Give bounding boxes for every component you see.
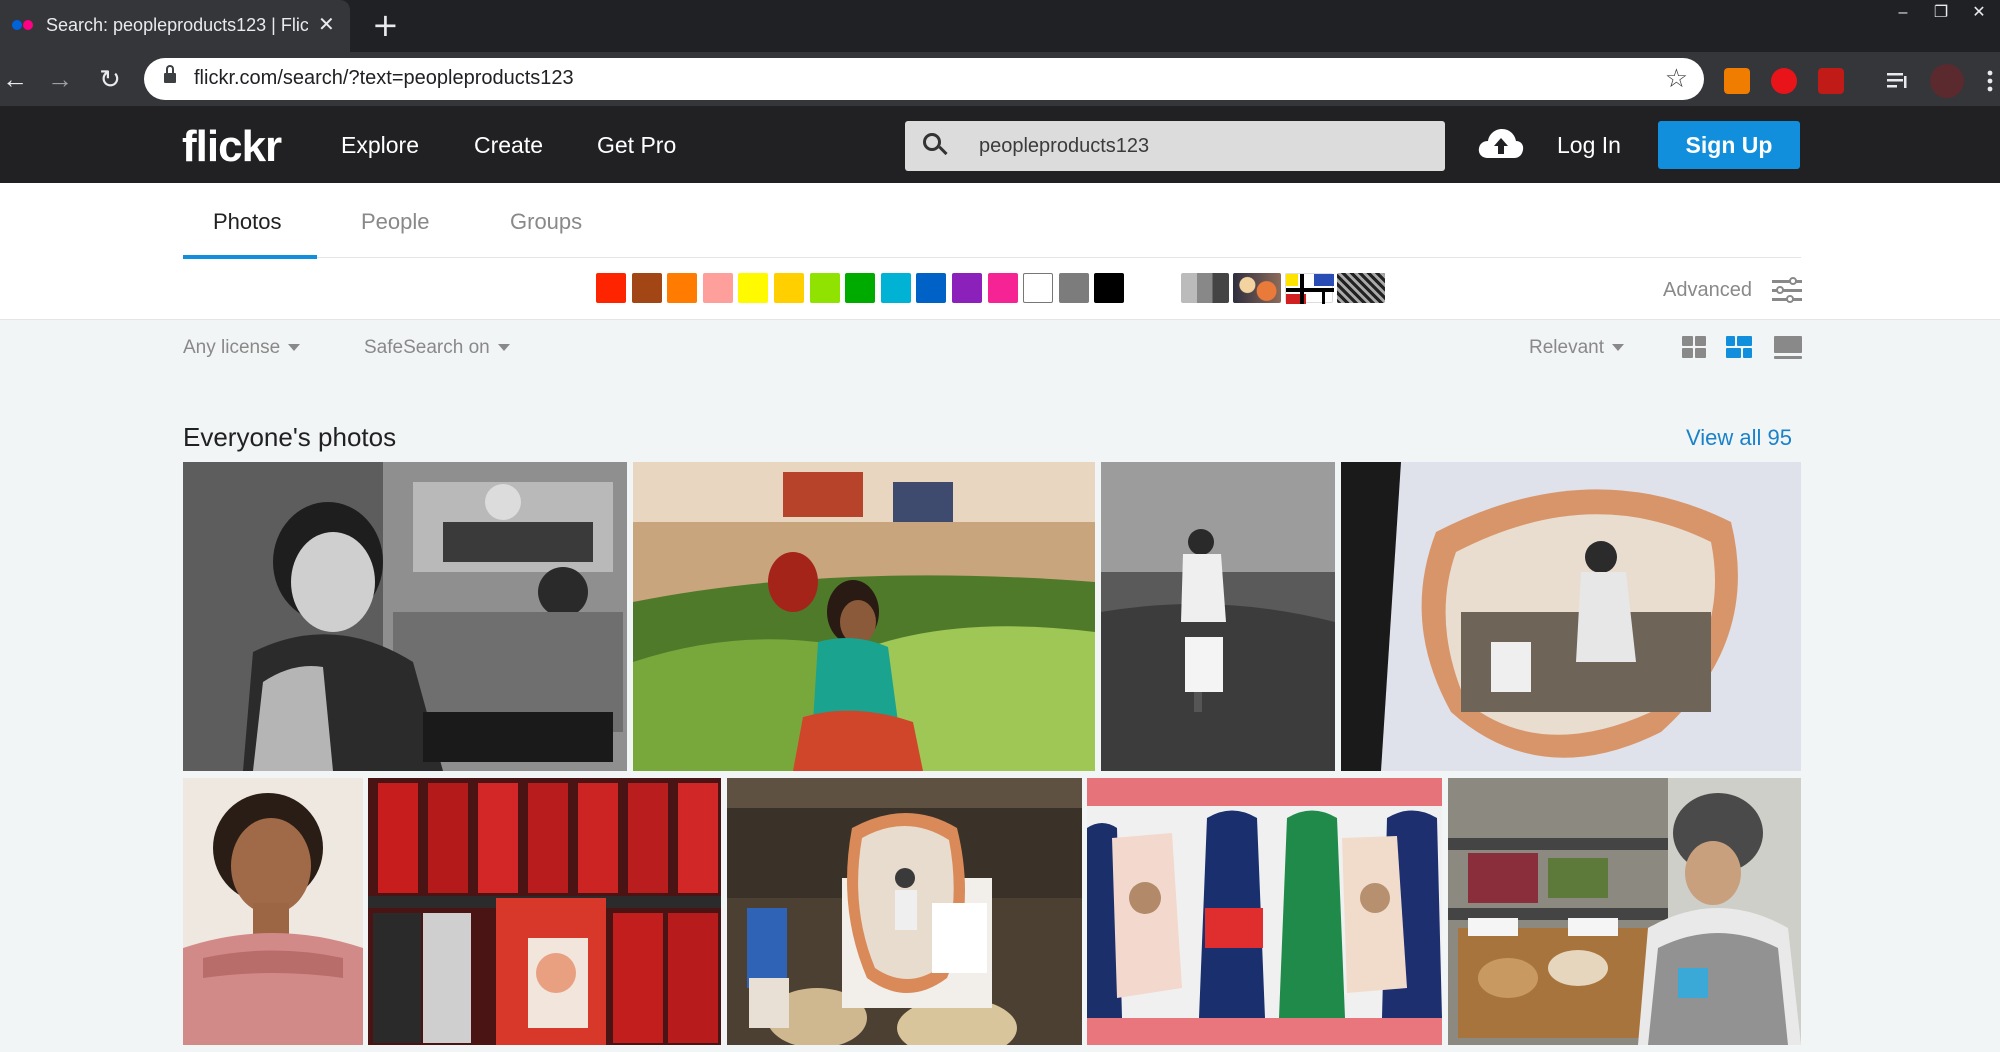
search-subbar: Photos People Groups Advanced — [0, 183, 2000, 320]
chevron-down-icon — [497, 344, 510, 352]
color-swatch[interactable] — [809, 273, 840, 303]
shopping-extension-icon[interactable] — [1724, 68, 1750, 94]
license-filter-label: Any license — [183, 337, 281, 358]
grid-justified-view-icon[interactable] — [1726, 336, 1752, 360]
color-swatch[interactable] — [1094, 273, 1125, 303]
browser-tab-strip: Search: peopleproducts123 | Flickr ✕ + –… — [0, 0, 2000, 52]
photo-pepsi-bottles[interactable] — [1087, 778, 1442, 1045]
color-swatch[interactable] — [667, 273, 698, 303]
photo-grocery-aisle-woman[interactable] — [1448, 778, 1801, 1045]
color-swatch[interactable] — [1023, 273, 1054, 303]
tab-close-icon[interactable]: ✕ — [318, 12, 335, 37]
browser-toolbar: ← → ↻ flickr.com/search/?text=peopleprod… — [0, 52, 2000, 106]
sort-filter[interactable]: Relevant — [1529, 337, 1624, 359]
search-input[interactable]: peopleproducts123 — [905, 121, 1445, 171]
nav-get-pro[interactable]: Get Pro — [597, 132, 676, 159]
tab-photos[interactable]: Photos — [213, 209, 282, 235]
reload-icon[interactable]: ↻ — [95, 64, 125, 94]
site-header: flickr Explore Create Get Pro peopleprod… — [0, 106, 2000, 183]
url-text: flickr.com/search/?text=peopleproducts12… — [194, 67, 574, 89]
photo-girl-bucket-field[interactable] — [1101, 462, 1335, 771]
chevron-down-icon — [288, 344, 301, 352]
style-black-and-white[interactable] — [1181, 273, 1229, 303]
signup-button[interactable]: Sign Up — [1658, 121, 1800, 169]
list-large-view-icon[interactable] — [1774, 336, 1802, 360]
safesearch-filter[interactable]: SafeSearch on — [364, 337, 510, 359]
tab-groups[interactable]: Groups — [510, 209, 582, 235]
color-swatch[interactable] — [952, 273, 982, 303]
sort-filter-label: Relevant — [1529, 337, 1604, 358]
style-shallow-depth-of-field[interactable] — [1233, 273, 1281, 303]
photo-shelf-label[interactable] — [727, 778, 1082, 1045]
new-tab-button[interactable]: + — [372, 6, 399, 44]
photo-boy-machinery[interactable] — [183, 462, 627, 771]
nav-explore[interactable]: Explore — [341, 132, 419, 159]
color-swatch[interactable] — [1058, 273, 1089, 303]
color-swatch[interactable] — [774, 273, 804, 303]
nav-create[interactable]: Create — [474, 132, 543, 159]
minimize-button[interactable]: – — [1884, 0, 1922, 26]
browser-menu-icon[interactable] — [1986, 68, 1994, 94]
section-heading: Everyone's photos — [183, 422, 397, 452]
photo-boy-migrant-label[interactable] — [1341, 462, 1801, 771]
flickr-favicon-icon — [12, 20, 34, 30]
close-window-button[interactable]: ✕ — [1960, 0, 1998, 26]
tab-divider — [183, 257, 1801, 258]
bookmark-star-icon[interactable]: ☆ — [1665, 64, 1688, 94]
color-swatch[interactable] — [916, 273, 947, 303]
chevron-down-icon — [1612, 344, 1624, 352]
search-value: peopleproducts123 — [979, 135, 1150, 157]
forward-arrow-icon[interactable]: → — [45, 64, 75, 94]
view-all-link[interactable]: View all 95 — [1686, 425, 1792, 451]
advanced-label[interactable]: Advanced — [1663, 279, 1752, 302]
back-arrow-icon[interactable]: ← — [0, 64, 30, 94]
color-swatch[interactable] — [987, 273, 1018, 303]
color-swatch[interactable] — [738, 273, 769, 303]
color-swatch[interactable] — [702, 273, 733, 303]
tab-title: Search: peopleproducts123 | Flickr — [46, 15, 308, 35]
adblock-extension-icon[interactable] — [1771, 68, 1797, 94]
grid-small-view-icon[interactable] — [1682, 336, 1708, 360]
login-link[interactable]: Log In — [1557, 132, 1621, 159]
color-swatch[interactable] — [631, 273, 662, 303]
browser-tab[interactable]: Search: peopleproducts123 | Flickr ✕ — [0, 0, 350, 52]
media-playlist-icon[interactable] — [1885, 68, 1911, 94]
color-swatch[interactable] — [845, 273, 876, 303]
restore-button[interactable]: ❐ — [1922, 0, 1960, 26]
active-tab-indicator — [183, 255, 317, 259]
safesearch-filter-label: SafeSearch on — [364, 337, 490, 358]
style-patterns[interactable] — [1337, 273, 1385, 303]
license-filter[interactable]: Any license — [183, 337, 301, 359]
search-icon[interactable] — [923, 133, 948, 156]
pdf-extension-icon[interactable] — [1818, 68, 1844, 94]
advanced-sliders-icon[interactable] — [1772, 277, 1802, 303]
color-swatch[interactable] — [596, 273, 626, 303]
style-minimalism[interactable] — [1285, 273, 1334, 304]
flickr-logo[interactable]: flickr — [182, 122, 282, 172]
upload-cloud-icon[interactable] — [1478, 128, 1524, 160]
photo-soda-cans[interactable] — [368, 778, 721, 1045]
photo-woman-portrait[interactable] — [183, 778, 363, 1045]
lock-icon — [164, 65, 176, 85]
color-swatch[interactable] — [880, 273, 911, 303]
address-bar[interactable]: flickr.com/search/?text=peopleproducts12… — [144, 58, 1704, 100]
profile-avatar[interactable] — [1930, 64, 1964, 98]
tab-people[interactable]: People — [361, 209, 430, 235]
photo-girl-onion-harvest[interactable] — [633, 462, 1095, 771]
